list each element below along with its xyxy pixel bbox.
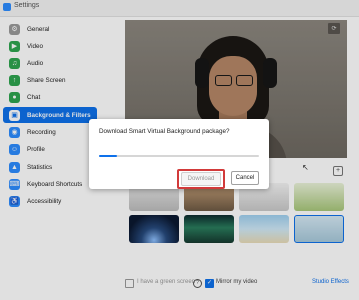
dialog-message: Download Smart Virtual Background packag… bbox=[99, 128, 230, 135]
download-button[interactable]: Download bbox=[181, 172, 221, 186]
download-button-highlight: Download bbox=[177, 169, 225, 189]
settings-window: Settings ⚙ General ▶ Video ♫ Audio ↑ Sha… bbox=[0, 0, 359, 300]
mouse-cursor-icon: ↖ bbox=[302, 163, 309, 172]
download-dialog: Download Smart Virtual Background packag… bbox=[89, 119, 269, 189]
download-progress-bar bbox=[99, 155, 259, 157]
cancel-button[interactable]: Cancel bbox=[231, 171, 259, 185]
download-progress-fill bbox=[99, 155, 117, 157]
